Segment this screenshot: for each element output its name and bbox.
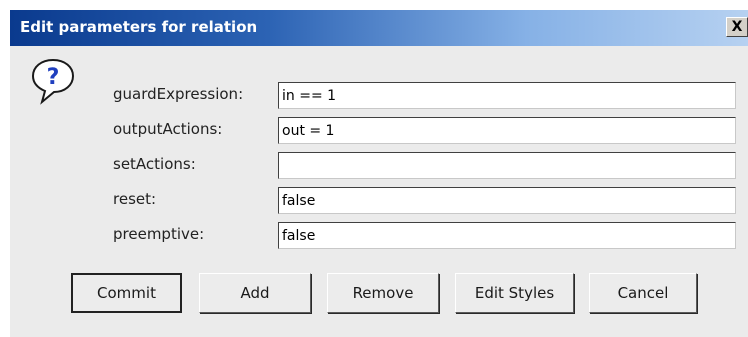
edit-styles-button[interactable]: Edit Styles — [455, 273, 574, 313]
reset-input[interactable] — [278, 187, 736, 214]
output-actions-label: outputActions: — [113, 120, 223, 138]
cancel-button[interactable]: Cancel — [589, 273, 697, 313]
close-button[interactable]: X — [726, 17, 748, 37]
preemptive-input[interactable] — [278, 222, 736, 249]
title-bar[interactable]: Edit parameters for relation X — [10, 10, 748, 46]
commit-button[interactable]: Commit — [71, 273, 182, 313]
guard-expression-label: guardExpression: — [113, 85, 244, 103]
guard-expression-input[interactable] — [278, 82, 736, 109]
svg-text:?: ? — [47, 65, 60, 90]
add-button[interactable]: Add — [199, 273, 311, 313]
output-actions-input[interactable] — [278, 117, 736, 144]
remove-button[interactable]: Remove — [327, 273, 439, 313]
window-title: Edit parameters for relation — [20, 18, 258, 36]
set-actions-label: setActions: — [113, 155, 196, 173]
preemptive-label: preemptive: — [113, 225, 205, 243]
reset-label: reset: — [113, 190, 157, 208]
set-actions-input[interactable] — [278, 152, 736, 179]
close-icon: X — [731, 19, 743, 35]
question-icon: ? — [30, 57, 76, 111]
edit-parameters-dialog: Edit parameters for relation X ? guardEx… — [0, 0, 748, 337]
